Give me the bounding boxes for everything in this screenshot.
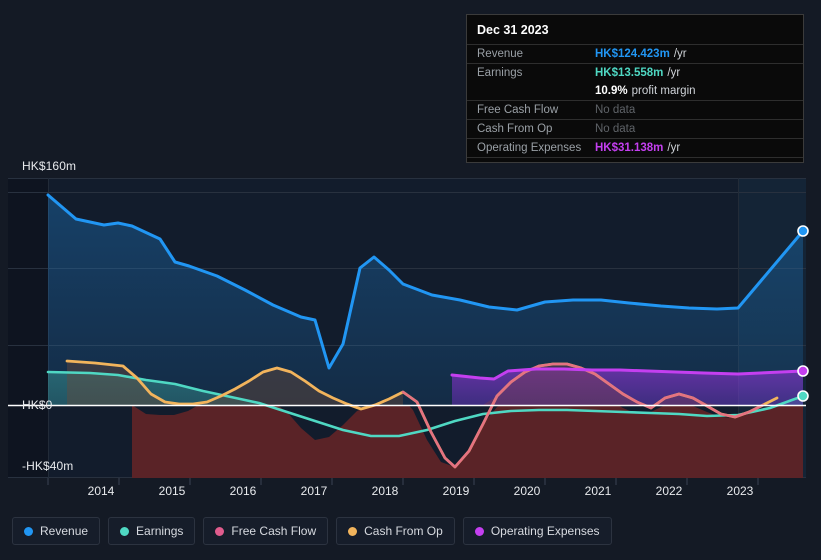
tooltip-unit-earnings: /yr (667, 67, 681, 79)
legend-item-revenue[interactable]: Revenue (12, 517, 101, 545)
tooltip-date: Dec 31 2023 (477, 23, 549, 37)
x-axis-label-2020: 2020 (513, 484, 541, 498)
x-axis-label-2014: 2014 (87, 484, 115, 498)
tooltip-value-profit-margin: 10.9% (595, 85, 628, 97)
x-axis-label-2022: 2022 (655, 484, 683, 498)
legend-dot-icon-free-cash-flow (215, 526, 225, 536)
tooltip-unit-operating-expenses: /yr (667, 142, 681, 154)
y-axis-label-bottom: -HK$40m (22, 459, 74, 473)
legend-dot-icon-cash-from-op (348, 526, 358, 536)
legend-label-free-cash-flow: Free Cash Flow (231, 524, 317, 538)
x-axis-label-2019: 2019 (442, 484, 470, 498)
tooltip-unit-profit-margin: profit margin (631, 85, 696, 97)
tooltip-row-profit-margin: 10.9% profit margin (467, 82, 803, 100)
endpoint-earnings[interactable] (797, 390, 809, 402)
legend-label-revenue: Revenue (40, 524, 89, 538)
tooltip-row-cash-from-op: Cash From Op No data (467, 119, 803, 138)
tooltip-value-earnings: HK$13.558m (595, 67, 664, 79)
endpoint-opex[interactable] (797, 365, 809, 377)
tooltip-row-revenue: Revenue HK$124.423m /yr (467, 44, 803, 63)
legend-dot-icon-operating-expenses (474, 526, 484, 536)
tooltip-unit-revenue: /yr (673, 48, 687, 60)
legend-label-cash-from-op: Cash From Op (364, 524, 443, 538)
legend-label-earnings: Earnings (136, 524, 184, 538)
tooltip-key-cash-from-op: Cash From Op (477, 123, 553, 135)
endpoint-revenue[interactable] (797, 225, 809, 237)
legend-dot-icon-earnings (120, 526, 130, 536)
financial-chart: HK$160m HK$0 -HK$40m 2014 2015 2016 2017… (0, 0, 821, 560)
x-axis-label-2021: 2021 (584, 484, 612, 498)
x-axis-label-2018: 2018 (371, 484, 399, 498)
tooltip-row-free-cash-flow: Free Cash Flow No data (467, 100, 803, 119)
x-axis-label-2015: 2015 (158, 484, 186, 498)
tooltip-value-free-cash-flow: No data (595, 104, 636, 116)
x-axis-label-2016: 2016 (229, 484, 257, 498)
x-axis-label-2017: 2017 (300, 484, 328, 498)
tooltip-key-free-cash-flow: Free Cash Flow (477, 104, 559, 116)
legend-item-operating-expenses[interactable]: Operating Expenses (462, 517, 612, 545)
data-tooltip: Dec 31 2023 Revenue HK$124.423m /yr Earn… (466, 14, 804, 163)
chart-legend: Revenue Earnings Free Cash Flow Cash Fro… (12, 517, 612, 545)
legend-item-earnings[interactable]: Earnings (108, 517, 196, 545)
legend-label-operating-expenses: Operating Expenses (490, 524, 600, 538)
tooltip-row-earnings: Earnings HK$13.558m /yr (467, 63, 803, 82)
x-axis-label-2023: 2023 (726, 484, 754, 498)
tooltip-value-revenue: HK$124.423m (595, 48, 670, 60)
y-axis-label-top: HK$160m (22, 159, 77, 173)
tooltip-key-operating-expenses: Operating Expenses (477, 142, 582, 154)
tooltip-value-cash-from-op: No data (595, 123, 636, 135)
tooltip-key-revenue: Revenue (477, 48, 524, 60)
y-axis-label-zero: HK$0 (22, 398, 53, 412)
legend-item-free-cash-flow[interactable]: Free Cash Flow (203, 517, 329, 545)
tooltip-row-operating-expenses: Operating Expenses HK$31.138m /yr (467, 138, 803, 158)
legend-item-cash-from-op[interactable]: Cash From Op (336, 517, 455, 545)
tooltip-key-earnings: Earnings (477, 67, 523, 79)
tooltip-value-operating-expenses: HK$31.138m (595, 142, 664, 154)
legend-dot-icon-revenue (24, 526, 33, 536)
